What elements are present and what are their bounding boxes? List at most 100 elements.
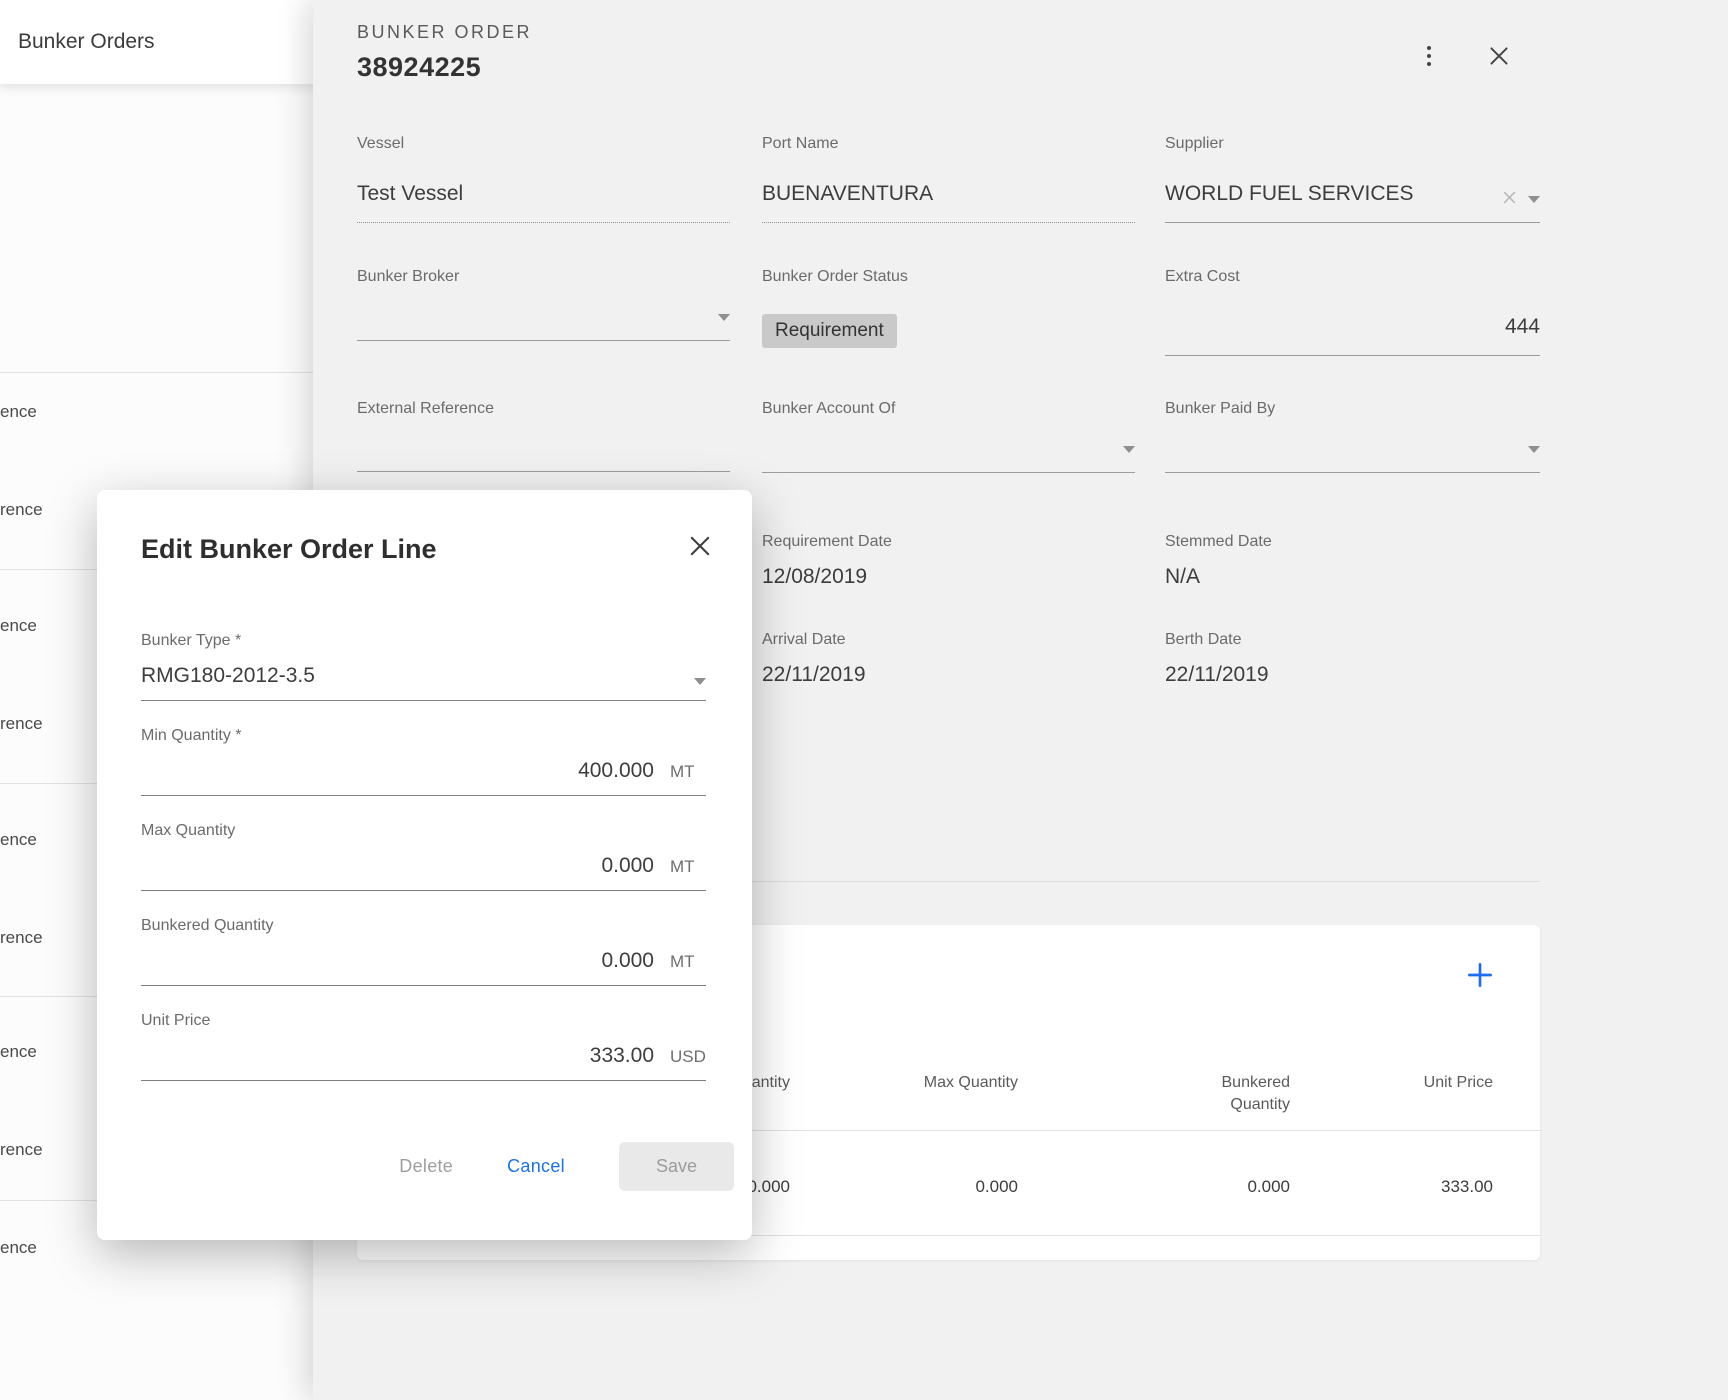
field-label: Bunker Paid By (1165, 400, 1540, 418)
field-label: Bunker Type * (141, 632, 706, 650)
max-quantity-input[interactable]: 0.000 MT (141, 853, 706, 891)
field-value: 22/11/2019 (762, 663, 1135, 687)
field-label: Max Quantity (141, 822, 706, 840)
field-label: Berth Date (1165, 631, 1540, 649)
page-title: Bunker Orders (18, 30, 155, 54)
vessel-input[interactable]: Test Vessel (357, 181, 730, 223)
more-menu-button[interactable] (1416, 42, 1442, 70)
field-value: 400.000 (141, 758, 654, 784)
bunker-type-caret-icon[interactable] (694, 678, 706, 685)
field-arrival-date: Arrival Date 22/11/2019 (762, 631, 1135, 687)
field-stemmed-date: Stemmed Date N/A (1165, 533, 1540, 589)
supplier-caret-icon[interactable] (1528, 196, 1540, 203)
field-label: Port Name (762, 135, 1135, 153)
field-value: 0.000 (141, 853, 654, 879)
modal-button-row: Delete Cancel Save (399, 1142, 734, 1191)
panel-close-button[interactable] (1481, 38, 1517, 74)
field-label: Bunker Broker (357, 268, 730, 286)
bunker-account-of-caret-icon[interactable] (1123, 446, 1135, 453)
field-extra-cost: Extra Cost 444 (1165, 268, 1540, 356)
field-value: N/A (1165, 565, 1540, 589)
bunker-broker-select[interactable] (357, 314, 730, 341)
field-berth-date: Berth Date 22/11/2019 (1165, 631, 1540, 687)
field-label: Arrival Date (762, 631, 1135, 649)
field-requirement-date: Requirement Date 12/08/2019 (762, 533, 1135, 589)
bunkered-quantity-input[interactable]: 0.000 MT (141, 948, 706, 986)
extra-cost-input[interactable]: 444 (1165, 314, 1540, 356)
field-label: Stemmed Date (1165, 533, 1540, 551)
list-text-fragment: ence (0, 1042, 37, 1062)
field-label: Unit Price (141, 1012, 706, 1030)
field-port-name: Port Name BUENAVENTURA (762, 135, 1135, 223)
unit-label: MT (670, 760, 706, 784)
field-value: WORLD FUEL SERVICES (1165, 181, 1493, 207)
supplier-select[interactable]: WORLD FUEL SERVICES (1165, 181, 1540, 223)
field-label: Extra Cost (1165, 268, 1540, 286)
list-text-fragment: ence (0, 830, 37, 850)
add-line-button[interactable] (1464, 959, 1496, 994)
field-bunker-type: Bunker Type * RMG180-2012-3.5 (141, 632, 706, 701)
field-value: BUENAVENTURA (762, 181, 1135, 207)
cancel-button[interactable]: Cancel (507, 1156, 565, 1177)
edit-bunker-order-line-modal: Edit Bunker Order Line Bunker Type * RMG… (97, 490, 752, 1240)
unit-price-input[interactable]: 333.00 USD (141, 1043, 706, 1081)
column-header-bunkered-quantity: Bunkered Quantity (1160, 1072, 1290, 1116)
list-text-fragment: ence (0, 1238, 37, 1258)
bunker-account-of-select[interactable] (762, 446, 1135, 473)
field-label: Min Quantity * (141, 727, 706, 745)
list-text-fragment: ence (0, 402, 37, 422)
field-label: External Reference (357, 400, 730, 418)
background-page-header: Bunker Orders (0, 0, 360, 84)
field-bunker-broker: Bunker Broker (357, 268, 730, 341)
status-badge: Requirement (762, 314, 897, 348)
port-name-input[interactable]: BUENAVENTURA (762, 181, 1135, 223)
screen: Bunker Orders ence rence ence rence ence… (0, 0, 1728, 1400)
column-header-unit-price: Unit Price (1363, 1072, 1493, 1094)
unit-label: MT (670, 950, 706, 974)
field-external-reference: External Reference (357, 400, 730, 472)
field-bunker-order-status: Bunker Order Status Requirement (762, 268, 1135, 348)
field-label: Requirement Date (762, 533, 1135, 551)
delete-button[interactable]: Delete (399, 1156, 453, 1177)
list-text-fragment: rence (0, 500, 43, 520)
field-label: Bunker Order Status (762, 268, 1135, 286)
modal-title: Edit Bunker Order Line (141, 534, 437, 565)
supplier-clear-icon[interactable] (1501, 189, 1518, 206)
field-max-quantity: Max Quantity 0.000 MT (141, 822, 706, 891)
divider (0, 372, 313, 373)
column-header-max-quantity: Max Quantity (888, 1072, 1018, 1094)
unit-label: USD (670, 1045, 706, 1069)
list-text-fragment: rence (0, 714, 43, 734)
save-button[interactable]: Save (619, 1142, 734, 1191)
list-text-fragment: rence (0, 928, 43, 948)
field-vessel: Vessel Test Vessel (357, 135, 730, 223)
modal-close-button[interactable] (682, 528, 718, 564)
list-text-fragment: ence (0, 616, 37, 636)
bunker-broker-caret-icon[interactable] (718, 314, 730, 321)
field-min-quantity: Min Quantity * 400.000 MT (141, 727, 706, 796)
bunker-paid-by-caret-icon[interactable] (1528, 446, 1540, 453)
field-value: 12/08/2019 (762, 565, 1135, 589)
min-quantity-input[interactable]: 400.000 MT (141, 758, 706, 796)
field-bunkered-quantity: Bunkered Quantity 0.000 MT (141, 917, 706, 986)
field-value: 22/11/2019 (1165, 663, 1540, 687)
close-icon (1486, 43, 1512, 69)
bunker-paid-by-select[interactable] (1165, 446, 1540, 473)
field-label: Supplier (1165, 135, 1540, 153)
external-reference-input[interactable] (357, 446, 730, 472)
field-bunker-account-of: Bunker Account Of (762, 400, 1135, 473)
panel-title: BUNKER ORDER (357, 22, 532, 43)
cell-bunkered-quantity: 0.000 (1160, 1177, 1290, 1197)
field-value: 444 (1165, 314, 1540, 340)
field-value: RMG180-2012-3.5 (141, 663, 684, 689)
field-value: 333.00 (141, 1043, 654, 1069)
unit-label: MT (670, 855, 706, 879)
cell-max-quantity: 0.000 (888, 1177, 1018, 1197)
field-value: 0.000 (141, 948, 654, 974)
field-label: Bunkered Quantity (141, 917, 706, 935)
bunker-type-select[interactable]: RMG180-2012-3.5 (141, 663, 706, 701)
list-text-fragment: rence (0, 1140, 43, 1160)
field-value: Test Vessel (357, 181, 730, 207)
close-icon (686, 532, 714, 560)
order-id: 38924225 (357, 52, 481, 83)
